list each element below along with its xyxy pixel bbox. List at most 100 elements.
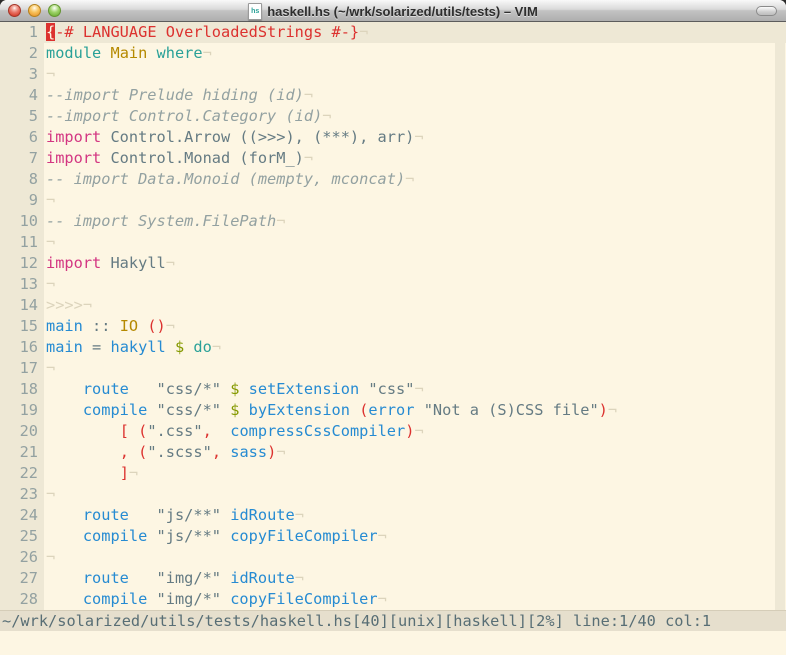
code-token: "img/*" <box>156 569 222 587</box>
code-text: --import Control.Category (id)¬ <box>44 106 786 127</box>
line-number: 4 <box>0 85 44 106</box>
code-line[interactable]: 11 ¬ <box>0 232 786 253</box>
code-line[interactable]: 21 , (".scss", sass)¬ <box>0 442 786 463</box>
code-line[interactable]: 25 compile "js/**" copyFileCompiler¬ <box>0 526 786 547</box>
line-number: 3 <box>0 64 44 85</box>
code-token: compile <box>82 527 148 545</box>
title-bar[interactable]: hs haskell.hs (~/wrk/solarized/utils/tes… <box>0 0 786 22</box>
code-token: sass <box>230 443 268 461</box>
code-token: ( <box>138 443 148 461</box>
eol-marker-icon: ¬ <box>46 275 56 293</box>
code-token: route <box>82 380 129 398</box>
code-line[interactable]: 24 route "js/**" idRoute¬ <box>0 505 786 526</box>
code-token: "Not a (S)CSS file" <box>423 401 599 419</box>
code-line[interactable]: 17 ¬ <box>0 358 786 379</box>
code-token: main <box>46 317 83 335</box>
code-text: -- import Data.Monoid (mempty, mconcat)¬ <box>44 169 786 190</box>
line-number: 16 <box>0 337 44 358</box>
code-token: "css/*" <box>156 401 221 419</box>
code-text: ¬ <box>44 547 786 568</box>
code-token: -- import Data.Monoid (mempty, mconcat) <box>46 170 406 188</box>
code-token: where <box>156 44 203 62</box>
line-number: 15 <box>0 316 44 337</box>
code-text: -- import System.FilePath¬ <box>44 211 786 232</box>
eol-marker-icon: ¬ <box>303 149 314 167</box>
code-line[interactable]: 6 import Control.Arrow ((>>>), (***), arr… <box>0 127 786 148</box>
code-line[interactable]: 10 -- import System.FilePath¬ <box>0 211 786 232</box>
code-token: = <box>82 338 111 356</box>
code-line[interactable]: 4 --import Prelude hiding (id)¬ <box>0 85 786 106</box>
code-text: ¬ <box>44 484 786 505</box>
code-token: main <box>46 338 83 356</box>
code-token: import <box>46 149 102 167</box>
code-token: , <box>202 422 212 440</box>
eol-marker-icon: ¬ <box>128 464 139 482</box>
code-line[interactable]: 9 ¬ <box>0 190 786 211</box>
code-line[interactable]: 20 [ (".css", compressCssCompiler)¬ <box>0 421 786 442</box>
editor-area[interactable]: 1 {-# LANGUAGE OverloadedStrings #-}¬ 2 mod… <box>0 22 786 610</box>
line-number: 13 <box>0 274 44 295</box>
code-line[interactable]: 27 route "img/*" idRoute¬ <box>0 568 786 589</box>
eol-marker-icon: ¬ <box>294 506 304 524</box>
code-text: route "js/**" idRoute¬ <box>44 505 786 526</box>
eol-marker-icon: ¬ <box>46 359 56 377</box>
line-number: 5 <box>0 106 44 127</box>
eol-marker-icon: ¬ <box>414 422 424 440</box>
toolbar-toggle-button[interactable] <box>756 6 777 16</box>
code-line[interactable]: 28 compile "img/*" copyFileCompiler¬ <box>0 589 786 610</box>
code-token: byExtension <box>248 401 350 419</box>
code-line[interactable]: 7 import Control.Monad (forM_)¬ <box>0 148 786 169</box>
code-line[interactable]: 13 ¬ <box>0 274 786 295</box>
code-token: hakyll <box>110 338 166 356</box>
line-number: 14 <box>0 295 44 316</box>
code-token: , <box>119 443 129 461</box>
eol-marker-icon: ¬ <box>359 23 369 41</box>
code-line[interactable]: 18 route "css/*" $ setExtension "css"¬ <box>0 379 786 400</box>
zoom-button[interactable] <box>48 4 61 17</box>
minimize-button[interactable] <box>28 4 41 17</box>
code-line[interactable]: 19 compile "css/*" $ byExtension (error … <box>0 400 786 421</box>
code-text: route "img/*" idRoute¬ <box>44 568 786 589</box>
line-number: 2 <box>0 43 44 64</box>
code-token: "js/**" <box>156 527 221 545</box>
eol-marker-icon: ¬ <box>414 380 424 398</box>
code-line[interactable]: 14 >>>>¬ <box>0 295 786 316</box>
code-token: ) <box>267 443 277 461</box>
eol-marker-icon: ¬ <box>165 254 175 272</box>
eol-marker-icon: ¬ <box>46 191 56 209</box>
code-text: compile "img/*" copyFileCompiler¬ <box>44 589 786 610</box>
code-line[interactable]: 15 main :: IO ()¬ <box>0 316 786 337</box>
line-number: 9 <box>0 190 44 211</box>
code-line[interactable]: 8 -- import Data.Monoid (mempty, mconcat)… <box>0 169 786 190</box>
eol-marker-icon: ¬ <box>322 107 332 125</box>
code-line[interactable]: 2 module Main where¬ <box>0 43 786 64</box>
close-button[interactable] <box>8 4 21 17</box>
line-number: 8 <box>0 169 44 190</box>
code-token: idRoute <box>230 506 295 524</box>
code-line[interactable]: 23 ¬ <box>0 484 786 505</box>
code-line[interactable]: 16 main = hakyll $ do¬ <box>0 337 786 358</box>
code-token: , <box>211 443 222 461</box>
code-lines: 1 {-# LANGUAGE OverloadedStrings #-}¬ 2 mod… <box>0 22 786 610</box>
line-number: 17 <box>0 358 44 379</box>
code-line[interactable]: 26 ¬ <box>0 547 786 568</box>
code-token: idRoute <box>230 569 295 587</box>
code-line[interactable]: 22 ]¬ <box>0 463 786 484</box>
code-line[interactable]: 5 --import Control.Category (id)¬ <box>0 106 786 127</box>
code-line[interactable]: 12 import Hakyll¬ <box>0 253 786 274</box>
code-line[interactable]: 3 ¬ <box>0 64 786 85</box>
code-line[interactable]: 1 {-# LANGUAGE OverloadedStrings #-}¬ <box>0 22 786 43</box>
code-token: :: <box>82 317 120 335</box>
line-number: 10 <box>0 211 44 232</box>
